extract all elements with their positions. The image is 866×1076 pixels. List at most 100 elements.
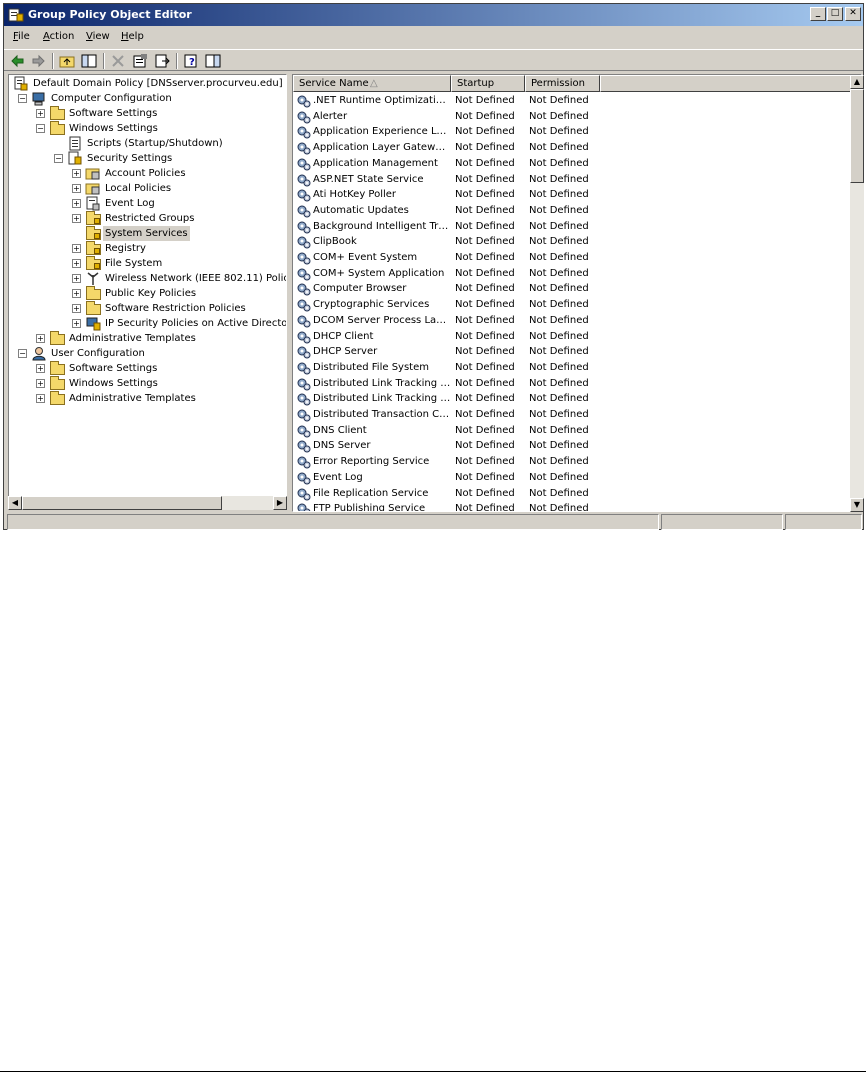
expand-icon[interactable]: + — [36, 109, 45, 118]
expand-icon[interactable]: + — [36, 334, 45, 343]
service-row[interactable]: ClipBook Not Defined Not Defined — [293, 234, 848, 250]
service-gear-icon — [297, 393, 311, 406]
export-list-icon[interactable] — [154, 53, 171, 69]
service-row[interactable]: Automatic Updates Not Defined Not Defined — [293, 203, 848, 219]
scroll-thumb[interactable] — [22, 496, 222, 510]
service-row[interactable]: DNS Client Not Defined Not Defined — [293, 423, 848, 439]
service-row[interactable]: COM+ Event System Not Defined Not Defined — [293, 250, 848, 266]
service-row[interactable]: Cryptographic Services Not Defined Not Def… — [293, 297, 848, 313]
forward-icon[interactable] — [30, 53, 47, 69]
menu-view[interactable]: View — [86, 31, 110, 42]
column-header-startup[interactable]: Startup — [451, 75, 525, 92]
service-row[interactable]: Distributed Link Tracking Se... Not Defin… — [293, 391, 848, 407]
service-row[interactable]: DNS Server Not Defined Not Defined — [293, 438, 848, 454]
service-row[interactable]: Distributed Link Tracking Client Not Defi… — [293, 376, 848, 392]
maximize-button[interactable]: □ — [827, 7, 843, 21]
event-log-icon — [86, 196, 100, 211]
column-header-permission[interactable]: Permission — [525, 75, 600, 92]
expand-icon[interactable]: + — [36, 379, 45, 388]
expand-icon[interactable]: + — [72, 169, 81, 178]
tree-label: Windows Settings — [69, 123, 158, 134]
collapse-icon[interactable]: − — [54, 154, 63, 163]
expand-icon[interactable]: + — [72, 319, 81, 328]
expand-icon[interactable]: + — [72, 304, 81, 313]
up-folder-icon[interactable] — [59, 53, 76, 69]
help-icon[interactable]: ? — [183, 53, 200, 69]
service-gear-icon — [297, 456, 311, 469]
service-row[interactable]: FTP Publishing Service Not Defined Not Def… — [293, 501, 848, 511]
menu-file[interactable]: File — [13, 31, 30, 42]
service-gear-icon — [297, 346, 311, 359]
minimize-button[interactable]: _ — [810, 7, 826, 21]
service-row[interactable]: Application Experience Look... Not Define… — [293, 124, 848, 140]
service-name: COM+ Event System — [313, 252, 418, 263]
services-list[interactable]: Service Name △ Startup Permission .NET R… — [292, 74, 862, 512]
collapse-icon[interactable]: − — [36, 124, 45, 133]
service-name: Alerter — [313, 110, 348, 122]
tree-label: Restricted Groups — [105, 213, 195, 224]
scroll-right-icon[interactable]: ▶ — [273, 496, 287, 510]
service-row[interactable]: Application Layer Gateway ... Not Defined… — [293, 140, 848, 156]
close-button[interactable]: ✕ — [845, 7, 861, 21]
toolbar-separator — [52, 53, 54, 69]
service-row[interactable]: Event Log Not Defined Not Defined — [293, 470, 848, 486]
expand-icon[interactable]: + — [72, 214, 81, 223]
service-permission: Not Defined — [529, 189, 589, 201]
service-row[interactable]: Background Intelligent Tran... Not Define… — [293, 219, 848, 235]
scroll-thumb[interactable] — [850, 89, 864, 183]
service-permission: Not Defined — [529, 314, 589, 326]
service-startup: Not Defined — [455, 393, 515, 405]
expand-icon[interactable]: + — [72, 199, 81, 208]
service-row[interactable]: Alerter Not Defined Not Defined — [293, 109, 848, 125]
scroll-down-icon[interactable]: ▼ — [850, 498, 864, 512]
show-hide-tree-icon[interactable] — [81, 53, 98, 69]
tree-label: Administrative Templates — [69, 333, 196, 344]
expand-icon[interactable]: + — [72, 289, 81, 298]
menu-help[interactable]: Help — [121, 31, 144, 42]
service-row[interactable]: DHCP Server Not Defined Not Defined — [293, 344, 848, 360]
properties-icon[interactable] — [132, 53, 149, 69]
tree-label: Software Restriction Policies — [105, 303, 246, 314]
list-vertical-scrollbar[interactable]: ▲ ▼ — [850, 75, 864, 512]
tree-label: Administrative Templates — [69, 393, 196, 404]
service-row[interactable]: ASP.NET State Service Not Defined Not Defi… — [293, 172, 848, 188]
service-row[interactable]: Distributed Transaction Coo... Not Define… — [293, 407, 848, 423]
service-gear-icon — [297, 126, 311, 139]
service-row[interactable]: Error Reporting Service Not Defined Not De… — [293, 454, 848, 470]
console-tree[interactable]: Default Domain Policy [DNSserver.procurv… — [8, 74, 287, 510]
folder-icon — [86, 301, 101, 315]
expand-icon[interactable]: + — [36, 394, 45, 403]
service-row[interactable]: Application Management Not Defined Not Def… — [293, 156, 848, 172]
service-gear-icon — [297, 425, 311, 438]
delete-icon[interactable] — [110, 53, 127, 69]
collapse-icon[interactable]: − — [18, 349, 27, 358]
back-icon[interactable] — [9, 53, 26, 69]
service-startup: Not Defined — [455, 487, 515, 499]
service-startup: Not Defined — [455, 346, 515, 358]
tree-horizontal-scrollbar[interactable]: ◀ ▶ — [8, 496, 287, 510]
expand-icon[interactable]: + — [72, 259, 81, 268]
service-permission: Not Defined — [529, 126, 589, 138]
service-row[interactable]: DCOM Server Process Laun... Not Defined No… — [293, 313, 848, 329]
expand-icon[interactable]: + — [72, 244, 81, 253]
column-header-service-name[interactable]: Service Name △ — [293, 75, 451, 92]
tree-label-selected: System Services — [103, 226, 190, 241]
show-hide-action-pane-icon[interactable] — [205, 53, 222, 69]
service-row[interactable]: Computer Browser Not Defined Not Defined — [293, 281, 848, 297]
service-row[interactable]: Distributed File System Not Defined Not De… — [293, 360, 848, 376]
toolbar-separator — [103, 53, 105, 69]
service-row[interactable]: File Replication Service Not Defined Not D… — [293, 486, 848, 502]
service-row[interactable]: .NET Runtime Optimization ... Not Defined… — [293, 93, 848, 109]
scroll-up-icon[interactable]: ▲ — [850, 75, 864, 89]
title-bar[interactable]: Group Policy Object Editor _ □ ✕ — [4, 4, 863, 26]
collapse-icon[interactable]: − — [18, 94, 27, 103]
service-row[interactable]: DHCP Client Not Defined Not Defined — [293, 329, 848, 345]
service-row[interactable]: COM+ System Application Not Defined Not De… — [293, 266, 848, 282]
service-row[interactable]: Ati HotKey Poller Not Defined Not Defined — [293, 187, 848, 203]
service-permission: Not Defined — [529, 252, 589, 263]
expand-icon[interactable]: + — [36, 364, 45, 373]
expand-icon[interactable]: + — [72, 274, 81, 283]
expand-icon[interactable]: + — [72, 184, 81, 193]
scroll-left-icon[interactable]: ◀ — [8, 496, 22, 510]
menu-action[interactable]: Action — [43, 31, 74, 42]
